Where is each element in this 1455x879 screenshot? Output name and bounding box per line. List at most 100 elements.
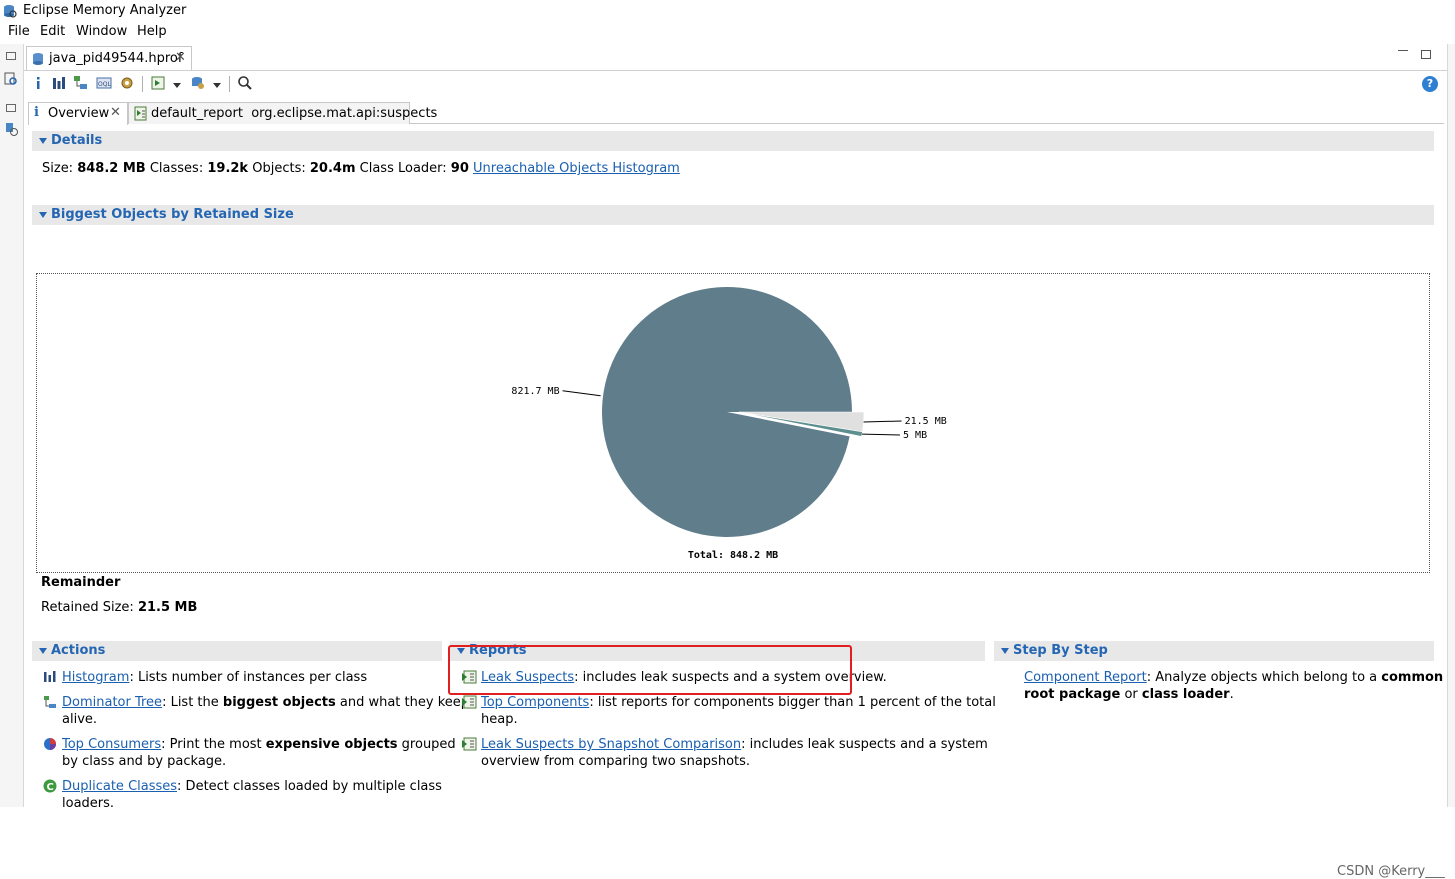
component-report-link[interactable]: Component Report — [1024, 670, 1147, 685]
restore-icon-2[interactable] — [6, 104, 16, 112]
toolbar-separator — [142, 76, 143, 92]
step-desc: : Analyze objects which belong to a — [1146, 670, 1382, 685]
editor-area: java_pid49544.hprof ✕ OQL ? i Overview ✕… — [24, 44, 1447, 879]
objects-value: 20.4m — [309, 161, 356, 176]
report-icon — [134, 106, 147, 121]
action-bold: expensive objects — [265, 737, 398, 752]
pie-chart[interactable]: 821.7 MB 21.5 MB 5 MB Total: 848.2 MB — [37, 274, 1431, 574]
actions-section-header[interactable]: Actions — [32, 641, 442, 661]
duplicate-classes-link[interactable]: Duplicate Classes — [62, 779, 177, 794]
maximize-icon[interactable] — [1421, 50, 1431, 59]
search-icon[interactable] — [237, 75, 253, 91]
details-title: Details — [51, 133, 103, 148]
top-consumers-link[interactable]: Top Consumers — [62, 737, 161, 752]
gear-icon[interactable] — [119, 75, 135, 91]
report-desc: : list reports for components bigger tha… — [589, 695, 996, 710]
pie-label-leader-line — [863, 420, 902, 423]
info-icon: i — [34, 105, 39, 120]
report-desc-line2: heap. — [481, 712, 518, 727]
menu-bar: File Edit Window Help — [0, 22, 1455, 42]
remainder-title: Remainder — [41, 575, 121, 590]
top-components-link[interactable]: Top Components — [481, 695, 589, 710]
oql-icon[interactable]: OQL — [96, 75, 112, 91]
collapse-triangle-icon — [1001, 648, 1009, 654]
histogram-icon[interactable] — [51, 75, 67, 91]
highlight-annotation-box — [448, 645, 852, 695]
size-value: 848.2 MB — [77, 161, 146, 176]
report-desc: : includes leak suspects and a system — [741, 737, 988, 752]
tab-default-report[interactable]: default_report org.eclipse.mat.api:suspe… — [128, 102, 437, 124]
overview-content: Details Size: 848.2 MB Classes: 19.2k Ob… — [24, 126, 1447, 879]
retained-size-line: Retained Size: 21.5 MB — [41, 600, 197, 615]
class-loader-value: 90 — [450, 161, 469, 176]
pie-chart-panel[interactable]: 821.7 MB 21.5 MB 5 MB Total: 848.2 MB — [36, 273, 1430, 573]
help-icon[interactable]: ? — [1422, 76, 1438, 92]
snapshot-comparison-link[interactable]: Leak Suspects by Snapshot Comparison — [481, 737, 741, 752]
menu-edit[interactable]: Edit — [40, 24, 65, 39]
pie-label: 21.5 MB — [905, 416, 947, 427]
collapse-triangle-icon — [39, 138, 47, 144]
pie-label: 821.7 MB — [511, 386, 559, 397]
action-desc: : Print the most — [161, 737, 266, 752]
info-icon[interactable] — [30, 75, 46, 91]
unreachable-histogram-link[interactable]: Unreachable Objects Histogram — [473, 161, 680, 176]
size-label: Size: — [42, 161, 74, 176]
objects-label: Objects: — [252, 161, 306, 176]
dominator-tree-link[interactable]: Dominator Tree — [62, 695, 162, 710]
step-by-step-title: Step By Step — [1013, 643, 1108, 658]
editor-tab-heap-dump[interactable]: java_pid49544.hprof ✕ — [26, 46, 192, 70]
histogram-icon — [44, 671, 56, 682]
menu-help[interactable]: Help — [137, 24, 167, 39]
report-desc-line2: overview from comparing two snapshots. — [481, 754, 751, 769]
step-bold: common — [1381, 670, 1444, 685]
action-desc: and what they keep — [335, 695, 470, 710]
query-browser-icon[interactable] — [190, 75, 206, 91]
minimize-icon[interactable] — [1398, 50, 1408, 52]
action-desc: : Lists number of instances per class — [129, 670, 368, 685]
editor-tab-label: java_pid49544.hprof — [49, 51, 183, 66]
close-icon[interactable]: ✕ — [175, 50, 186, 65]
biggest-objects-title: Biggest Objects by Retained Size — [51, 207, 294, 222]
dominator-tree-icon[interactable] — [73, 75, 89, 91]
toolbar: OQL ? — [24, 70, 1447, 96]
action-histogram: Histogram: Lists number of instances per… — [62, 669, 367, 686]
tab-default-report-label: default_report org.eclipse.mat.api:suspe… — [151, 106, 438, 121]
step-component-report: Component Report: Analyze objects which … — [1024, 669, 1443, 703]
retained-size-label: Retained Size: — [41, 600, 134, 615]
step-by-step-section-header[interactable]: Step By Step — [994, 641, 1434, 661]
left-trim-stack — [0, 44, 24, 807]
report-snapshot-comparison: Leak Suspects by Snapshot Comparison: in… — [481, 736, 988, 770]
step-bold: root package — [1024, 687, 1121, 702]
collapse-triangle-icon — [39, 212, 47, 218]
tab-overview[interactable]: i Overview ✕ — [28, 102, 128, 125]
inspector-icon[interactable] — [4, 72, 18, 86]
details-section-header[interactable]: Details — [32, 131, 1434, 151]
menu-window[interactable]: Window — [76, 24, 127, 39]
window-title: Eclipse Memory Analyzer — [23, 3, 187, 18]
step-bold: class loader — [1141, 687, 1230, 702]
restore-icon[interactable] — [6, 52, 16, 60]
chevron-down-icon[interactable] — [213, 83, 221, 88]
action-desc-line2: by class and by package. — [62, 754, 227, 769]
report-icon — [462, 695, 477, 709]
title-bar: Eclipse Memory Analyzer — [0, 0, 1455, 22]
details-line: Size: 848.2 MB Classes: 19.2k Objects: 2… — [42, 161, 680, 176]
menu-file[interactable]: File — [8, 24, 30, 39]
retained-size-value: 21.5 MB — [137, 600, 198, 615]
dominator-tree-icon — [44, 696, 56, 708]
chevron-down-icon[interactable] — [173, 83, 181, 88]
biggest-objects-section-header[interactable]: Biggest Objects by Retained Size — [32, 205, 1434, 225]
class-loader-label: Class Loader: — [359, 161, 447, 176]
close-icon[interactable]: ✕ — [110, 105, 121, 120]
heap-dump-history-icon[interactable] — [4, 122, 19, 137]
pie-label-leader-line — [862, 433, 901, 436]
histogram-link[interactable]: Histogram — [62, 670, 129, 685]
action-desc: grouped — [397, 737, 456, 752]
run-report-icon[interactable] — [150, 75, 166, 91]
step-desc: or — [1120, 687, 1142, 702]
watermark: CSDN @Kerry___ — [1337, 864, 1445, 879]
duplicate-classes-icon: C — [43, 779, 57, 793]
toolbar-separator — [229, 76, 230, 92]
pie-label: 5 MB — [903, 430, 927, 441]
memory-analyzer-app-icon — [4, 5, 17, 18]
